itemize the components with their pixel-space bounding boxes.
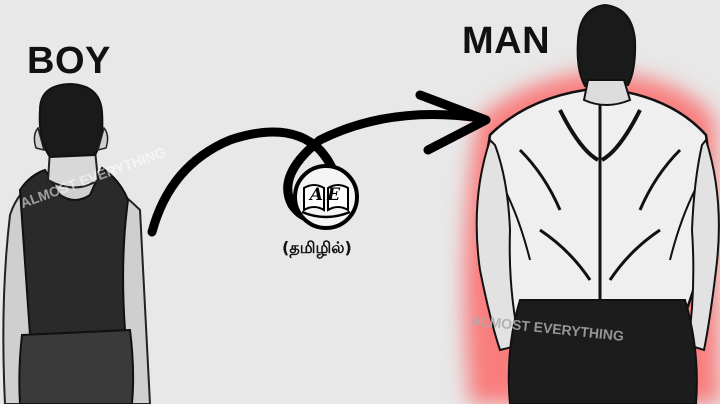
language-label: (தமிழில்): [282, 238, 352, 257]
boy-label: BOY: [27, 40, 111, 82]
man-label: MAN: [462, 20, 551, 62]
logo-letters: AE: [309, 185, 345, 205]
thumbnail: AE BOY MAN (தமிழில்) ALMOST EVERYTHING A…: [0, 0, 720, 404]
